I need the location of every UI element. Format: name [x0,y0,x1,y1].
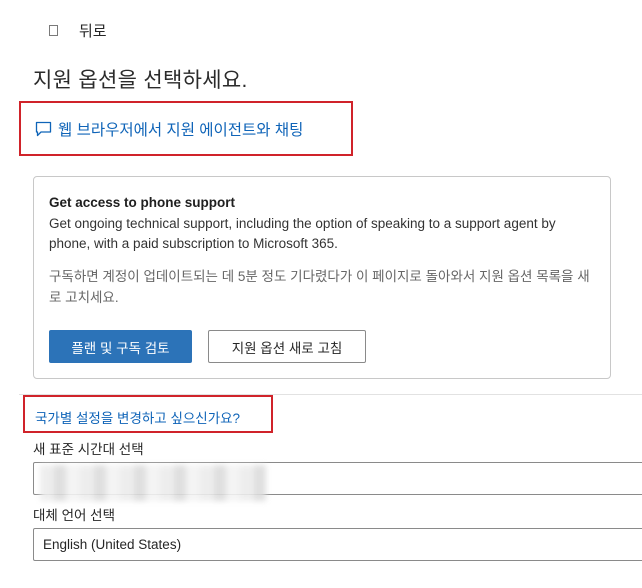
chat-with-agent-link[interactable]: 웹 브라우저에서 지원 에이전트와 채팅 [35,118,303,140]
change-region-link[interactable]: 국가별 설정을 변경하고 싶으신가요? [35,407,240,427]
refresh-options-button[interactable]: 지원 옵션 새로 고침 [208,330,366,363]
page-title: 지원 옵션을 선택하세요. [33,69,248,92]
chat-link-label: 웹 브라우저에서 지원 에이전트와 채팅 [58,122,304,139]
phone-support-description: Get ongoing technical support, including… [49,216,556,251]
back-label: 뒤로 [79,22,107,40]
back-link[interactable]: 뒤로 [49,18,107,42]
language-value: English (United States) [43,537,182,552]
subscription-note: 구독하면 계정이 업데이트되는 데 5분 정도 기다렸다가 이 페이지로 돌아와… [49,269,590,305]
timezone-select[interactable] [33,462,642,501]
redacted-value [40,465,266,501]
review-plans-button[interactable]: 플랜 및 구독 검토 [49,330,192,363]
region-highlight-box: 국가별 설정을 변경하고 싶으신가요? [23,395,273,433]
phone-support-card: Get access to phone support Get ongoing … [33,176,611,379]
chat-bubble-icon [35,121,52,137]
chat-highlight-box: 웹 브라우저에서 지원 에이전트와 채팅 [19,101,353,156]
timezone-label: 새 표준 시간대 선택 [33,442,144,457]
language-label: 대체 언어 선택 [33,508,116,523]
phone-support-title: Get access to phone support [49,195,236,210]
back-arrow-icon [49,24,58,36]
language-select[interactable]: English (United States) [33,528,642,561]
